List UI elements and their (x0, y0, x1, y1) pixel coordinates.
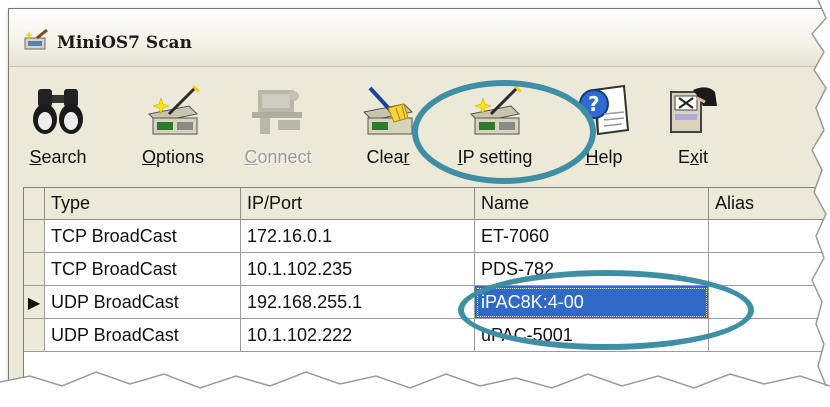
connect-button[interactable]: Connect (237, 83, 319, 183)
column-header-name[interactable]: Name (474, 188, 709, 220)
minios7-scan-window: MiniOS7 Scan Search Options Connect Clea… (8, 8, 830, 402)
help-book-icon: ? (579, 84, 630, 136)
table-row-current[interactable]: ▶ UDP BroadCast 192.168.255.1 iPAC8K:4-0… (24, 285, 829, 319)
table-row[interactable]: UDP BroadCast 10.1.102.222 uPAC-5001 (24, 318, 829, 352)
exit-button-label: Exit (677, 147, 708, 167)
cell-ip-port[interactable]: 10.1.102.222 (240, 318, 475, 352)
row-indicator[interactable] (24, 219, 45, 253)
cell-alias[interactable] (708, 285, 829, 319)
module-wand-icon (469, 84, 523, 135)
column-header-ip-port[interactable]: IP/Port (240, 188, 475, 220)
title-bar[interactable]: MiniOS7 Scan (9, 9, 830, 67)
cell-ip-port[interactable]: 10.1.102.235 (240, 252, 475, 286)
module-wand-icon (147, 84, 201, 135)
cell-alias[interactable] (708, 318, 829, 352)
search-button[interactable]: Search (23, 83, 93, 183)
column-header-alias[interactable]: Alias (708, 188, 829, 220)
connect-icon (252, 90, 302, 134)
broom-icon (362, 86, 414, 135)
exit-button[interactable]: Exit (663, 83, 723, 183)
cell-alias[interactable] (708, 219, 829, 253)
search-button-label: Search (29, 147, 87, 167)
options-button-label: Options (141, 147, 205, 167)
cell-ip-port[interactable]: 172.16.0.1 (240, 219, 475, 253)
table-row[interactable]: TCP BroadCast 10.1.102.235 PDS-782 (24, 252, 829, 286)
cell-name[interactable]: PDS-782 (474, 252, 709, 286)
exit-icon (670, 87, 717, 133)
toolbar: Search Options Connect Clear IP setting … (9, 67, 830, 185)
help-button-label: Help (585, 147, 623, 167)
screenshot-stage: MiniOS7 Scan Search Options Connect Clea… (0, 0, 830, 407)
cell-type[interactable]: UDP BroadCast (44, 285, 241, 319)
options-button[interactable]: Options (133, 83, 213, 183)
device-table: Type IP/Port Name Alias TCP BroadCast 17… (24, 188, 829, 352)
row-indicator[interactable] (24, 252, 45, 286)
help-button[interactable]: ? Help (569, 83, 639, 183)
clear-button[interactable]: Clear (355, 83, 421, 183)
cell-name[interactable]: ET-7060 (474, 219, 709, 253)
svg-text:?: ? (588, 92, 600, 116)
window-title: MiniOS7 Scan (57, 33, 192, 53)
cell-type[interactable]: TCP BroadCast (44, 252, 241, 286)
cell-type[interactable]: TCP BroadCast (44, 219, 241, 253)
cell-type[interactable]: UDP BroadCast (44, 318, 241, 352)
row-indicator-header (24, 188, 45, 220)
row-indicator[interactable]: ▶ (24, 285, 45, 319)
header-row: Type IP/Port Name Alias (24, 188, 829, 220)
device-list-grid[interactable]: Type IP/Port Name Alias TCP BroadCast 17… (23, 187, 830, 388)
binoculars-icon (33, 89, 83, 134)
ip-setting-button[interactable]: IP setting (443, 83, 547, 183)
clear-button-label: Clear (366, 147, 410, 167)
cell-ip-port[interactable]: 192.168.255.1 (240, 285, 475, 319)
row-indicator[interactable] (24, 318, 45, 352)
current-row-arrow-icon: ▶ (27, 294, 41, 312)
ip-setting-button-label: IP setting (457, 147, 533, 167)
table-row[interactable]: TCP BroadCast 172.16.0.1 ET-7060 (24, 219, 829, 253)
minios7-scan-icon (24, 29, 48, 50)
cell-name[interactable]: uPAC-5001 (474, 318, 709, 352)
cell-name-selected[interactable]: iPAC8K:4-00 (474, 285, 709, 319)
cell-alias[interactable] (708, 252, 829, 286)
column-header-type[interactable]: Type (44, 188, 241, 220)
connect-button-label: Connect (244, 147, 312, 167)
